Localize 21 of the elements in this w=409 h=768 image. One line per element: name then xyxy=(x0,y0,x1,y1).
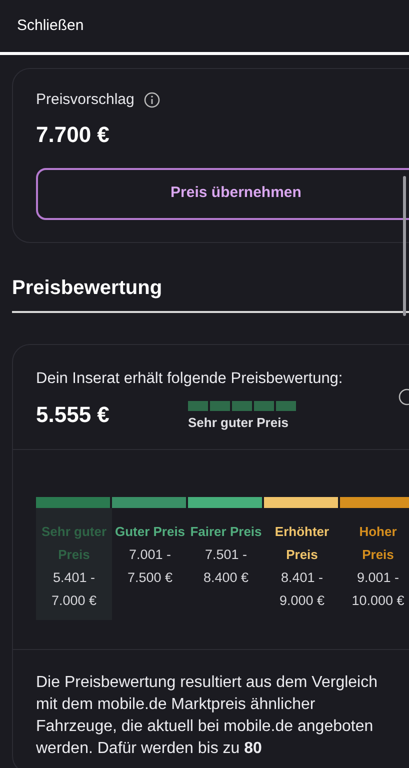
price-range: 7.001 - 7.500 € xyxy=(126,546,174,586)
price-range: 7.501 - 8.400 € xyxy=(202,546,250,586)
price-range: 9.001 - 10.000 € xyxy=(350,568,406,610)
rated-price: 5.555 € xyxy=(36,400,110,429)
accept-price-button[interactable]: Preis übernehmen xyxy=(36,168,409,220)
info-icon[interactable] xyxy=(396,388,409,406)
section-heading: Preisbewertung xyxy=(12,276,164,300)
price-range: 8.401 - 9.000 € xyxy=(278,568,326,610)
suggested-price: 7.700 € xyxy=(36,120,110,148)
category-label: Sehr guter Preis xyxy=(40,522,108,564)
rating-label: Sehr guter Preis xyxy=(188,414,290,432)
info-icon[interactable] xyxy=(144,92,160,108)
price-range: 5.401 - 7.000 € xyxy=(50,568,98,610)
category-label: Erhöhter Preis xyxy=(274,522,330,564)
explanation-text: Die Preisbewertung resultiert aus dem Vergleich mit dem mobile.de Marktpreis ähnlicher Fahrzeuge, die aktuell bei mobile.de angeboten werden. Dafür werden bis zu 80 xyxy=(36,672,378,758)
category-label: Hoher Preis xyxy=(358,522,398,564)
rating-intro: Dein Inserat erhält folgende Preisbewertung: xyxy=(36,368,343,388)
close-button[interactable]: Schließen xyxy=(17,14,84,38)
category-label: Guter Preis xyxy=(114,522,186,540)
category-label: Fairer Preis xyxy=(189,522,263,540)
suggestion-label: Preisvorschlag xyxy=(36,90,134,110)
